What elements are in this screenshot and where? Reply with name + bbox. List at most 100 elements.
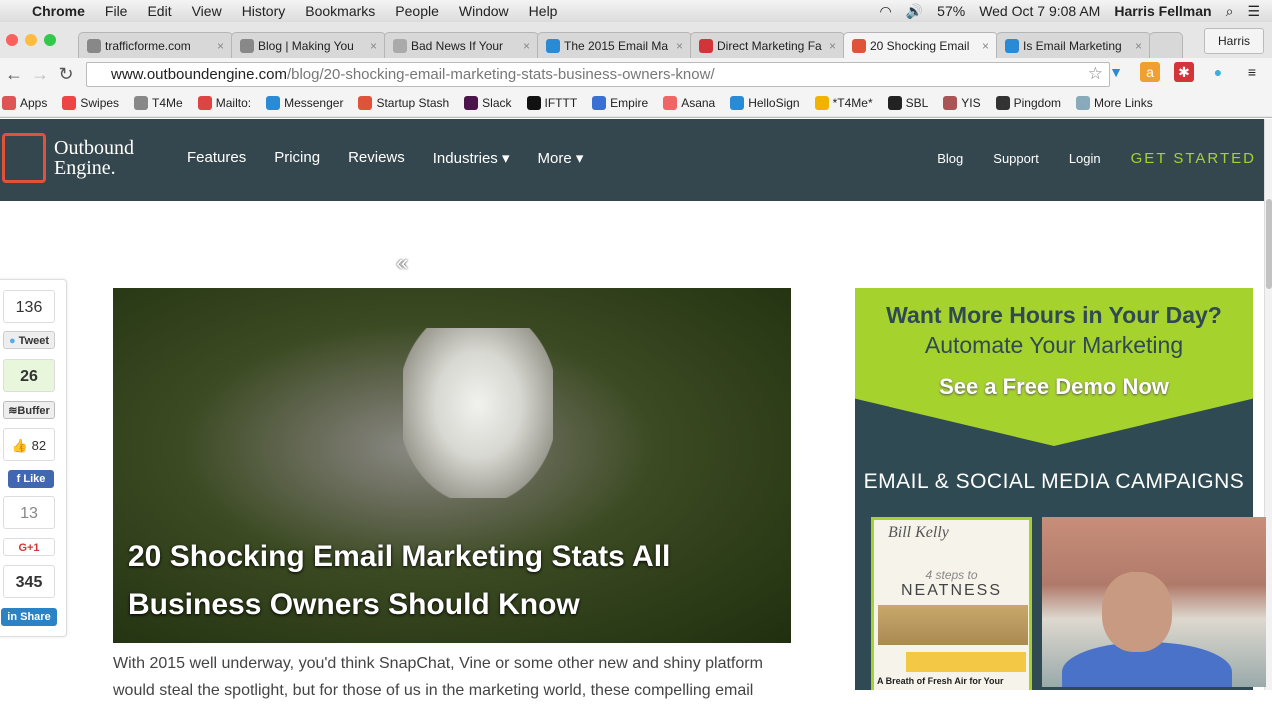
close-window-button[interactable] [6, 34, 18, 46]
free-demo-link[interactable]: See a Free Demo Now [855, 374, 1253, 400]
nav-reviews[interactable]: Reviews [348, 149, 405, 167]
bookmark-item[interactable]: Startup Stash [358, 96, 449, 110]
bookmark-icon [358, 96, 373, 110]
bookmark-item[interactable]: Swipes [62, 96, 119, 110]
tab-close-icon[interactable]: × [676, 39, 683, 53]
url-host: www.outboundengine.com [111, 65, 287, 83]
forward-button[interactable]: → [28, 64, 52, 85]
tab[interactable]: Direct Marketing Fa × [690, 32, 845, 58]
menu-people[interactable]: People [395, 3, 439, 19]
bookmark-item[interactable]: IFTTT [526, 96, 578, 110]
fb-count-value: 82 [31, 438, 47, 453]
tab[interactable]: Is Email Marketing × [996, 32, 1151, 58]
gplus-button[interactable]: G+1 [3, 538, 55, 556]
facebook-like-button[interactable]: f Like [8, 470, 54, 488]
nav-industries[interactable]: Industries ▾ [433, 149, 510, 167]
bookmark-item[interactable]: Empire [592, 96, 648, 110]
chrome-menu-icon[interactable]: ≡ [1242, 62, 1262, 82]
tab[interactable]: Blog | Making You × [231, 32, 386, 58]
menu-bookmarks[interactable]: Bookmarks [305, 3, 375, 19]
bookmark-item[interactable]: Pingdom [995, 96, 1062, 110]
nav-support[interactable]: Support [993, 151, 1039, 166]
user-name[interactable]: Harris Fellman [1114, 3, 1211, 19]
bookmark-label: Pingdom [1013, 96, 1062, 110]
menu-view[interactable]: View [192, 3, 222, 19]
reload-button[interactable]: ↻ [54, 64, 78, 85]
nav-pricing[interactable]: Pricing [274, 149, 320, 167]
lemur-image [403, 328, 553, 498]
gplus-count: 13 [3, 496, 55, 529]
bookmark-icon [814, 96, 829, 110]
bookmark-label: Apps [20, 96, 48, 110]
tab-label: Blog | Making You [258, 38, 354, 53]
volume-icon[interactable]: 🔊 [906, 3, 923, 20]
webcam-overlay [1042, 517, 1266, 687]
tab-close-icon[interactable]: × [829, 39, 836, 53]
nav-blog[interactable]: Blog [937, 151, 963, 166]
tab-close-icon[interactable]: × [523, 39, 530, 53]
menu-window[interactable]: Window [459, 3, 509, 19]
wifi-icon[interactable]: ◠ [880, 3, 892, 20]
menu-edit[interactable]: Edit [147, 3, 171, 19]
bookmark-star-icon[interactable]: ☆ [1088, 64, 1103, 84]
nav-features[interactable]: Features [187, 149, 246, 167]
lastpass-extension-icon[interactable]: ✱ [1174, 62, 1194, 82]
menu-help[interactable]: Help [529, 3, 558, 19]
browser-chrome: trafficforme.com × Blog | Making You × Bad N… [0, 22, 1272, 118]
bookmark-label: IFTTT [544, 96, 578, 110]
linkedin-label: Share [20, 611, 51, 623]
profile-button[interactable]: Harris [1204, 28, 1264, 54]
nav-login[interactable]: Login [1069, 151, 1101, 166]
list-icon[interactable]: ☰ [1247, 3, 1260, 20]
bookmark-item[interactable]: Asana [663, 96, 715, 110]
tab-label: The 2015 Email Ma [564, 38, 669, 53]
zoom-window-button[interactable] [44, 34, 56, 46]
bookmark-icon [730, 96, 745, 110]
bookmark-item[interactable]: HelloSign [730, 96, 800, 110]
baskets-image [878, 605, 1028, 645]
clock[interactable]: Wed Oct 7 9:08 AM [979, 3, 1100, 19]
tweet-button[interactable]: ● Tweet [3, 331, 55, 349]
bookmark-item[interactable]: Slack [464, 96, 512, 110]
menu-file[interactable]: File [105, 3, 128, 19]
tab-close-icon[interactable]: × [370, 39, 377, 53]
buffer-button[interactable]: ≋Buffer [3, 401, 55, 419]
share-sidebar: 136 ● Tweet 26 ≋Buffer 👍 82 f Like 13 G+… [0, 279, 67, 637]
bookmark-label: *T4Me* [832, 96, 873, 110]
menu-history[interactable]: History [242, 3, 286, 19]
tab[interactable]: The 2015 Email Ma × [537, 32, 692, 58]
search-icon[interactable]: ⌕ [1226, 3, 1234, 20]
bookmark-label: YIS [961, 96, 981, 110]
address-bar[interactable]: www.outboundengine.com/blog/20-shocking-… [86, 61, 1110, 87]
bookmark-label: SBL [905, 96, 929, 110]
tab-close-icon[interactable]: × [982, 39, 989, 53]
bookmark-item[interactable]: Mailto: [197, 96, 251, 110]
amazon-extension-icon[interactable]: a [1140, 62, 1160, 82]
tab[interactable]: trafficforme.com × [78, 32, 233, 58]
new-tab-button[interactable] [1149, 32, 1183, 58]
battery-percent[interactable]: 57% [937, 3, 965, 19]
tab-close-icon[interactable]: × [1135, 39, 1142, 53]
minimize-window-button[interactable] [25, 34, 37, 46]
extension-diamond-icon[interactable]: ▼ [1106, 62, 1126, 82]
bookmark-label: Empire [610, 96, 649, 110]
linkedin-share-button[interactable]: in Share [1, 608, 57, 626]
tab-close-icon[interactable]: × [217, 39, 224, 53]
tab[interactable]: 20 Shocking Email × [843, 32, 998, 58]
bookmark-item[interactable]: Apps [2, 96, 47, 110]
bookmark-item[interactable]: Messenger [266, 96, 343, 110]
nav-more[interactable]: More ▾ [537, 149, 583, 167]
bookmark-item[interactable]: *T4Me* [814, 96, 873, 110]
bookmark-item[interactable]: T4Me [134, 96, 183, 110]
logo-mark-icon [2, 133, 46, 183]
bookmark-item[interactable]: YIS [943, 96, 981, 110]
back-button[interactable]: ← [2, 64, 26, 85]
bookmark-item[interactable]: SBL [887, 96, 929, 110]
buffer-count: 26 [3, 359, 55, 392]
bookmark-item[interactable]: More Links [1076, 96, 1153, 110]
get-started-button[interactable]: GET STARTED [1131, 150, 1256, 167]
outboundengine-logo[interactable]: Outbound Engine. [2, 133, 134, 183]
chat-extension-icon[interactable]: ● [1208, 62, 1228, 82]
menu-app[interactable]: Chrome [32, 3, 85, 19]
tab[interactable]: Bad News If Your × [384, 32, 539, 58]
